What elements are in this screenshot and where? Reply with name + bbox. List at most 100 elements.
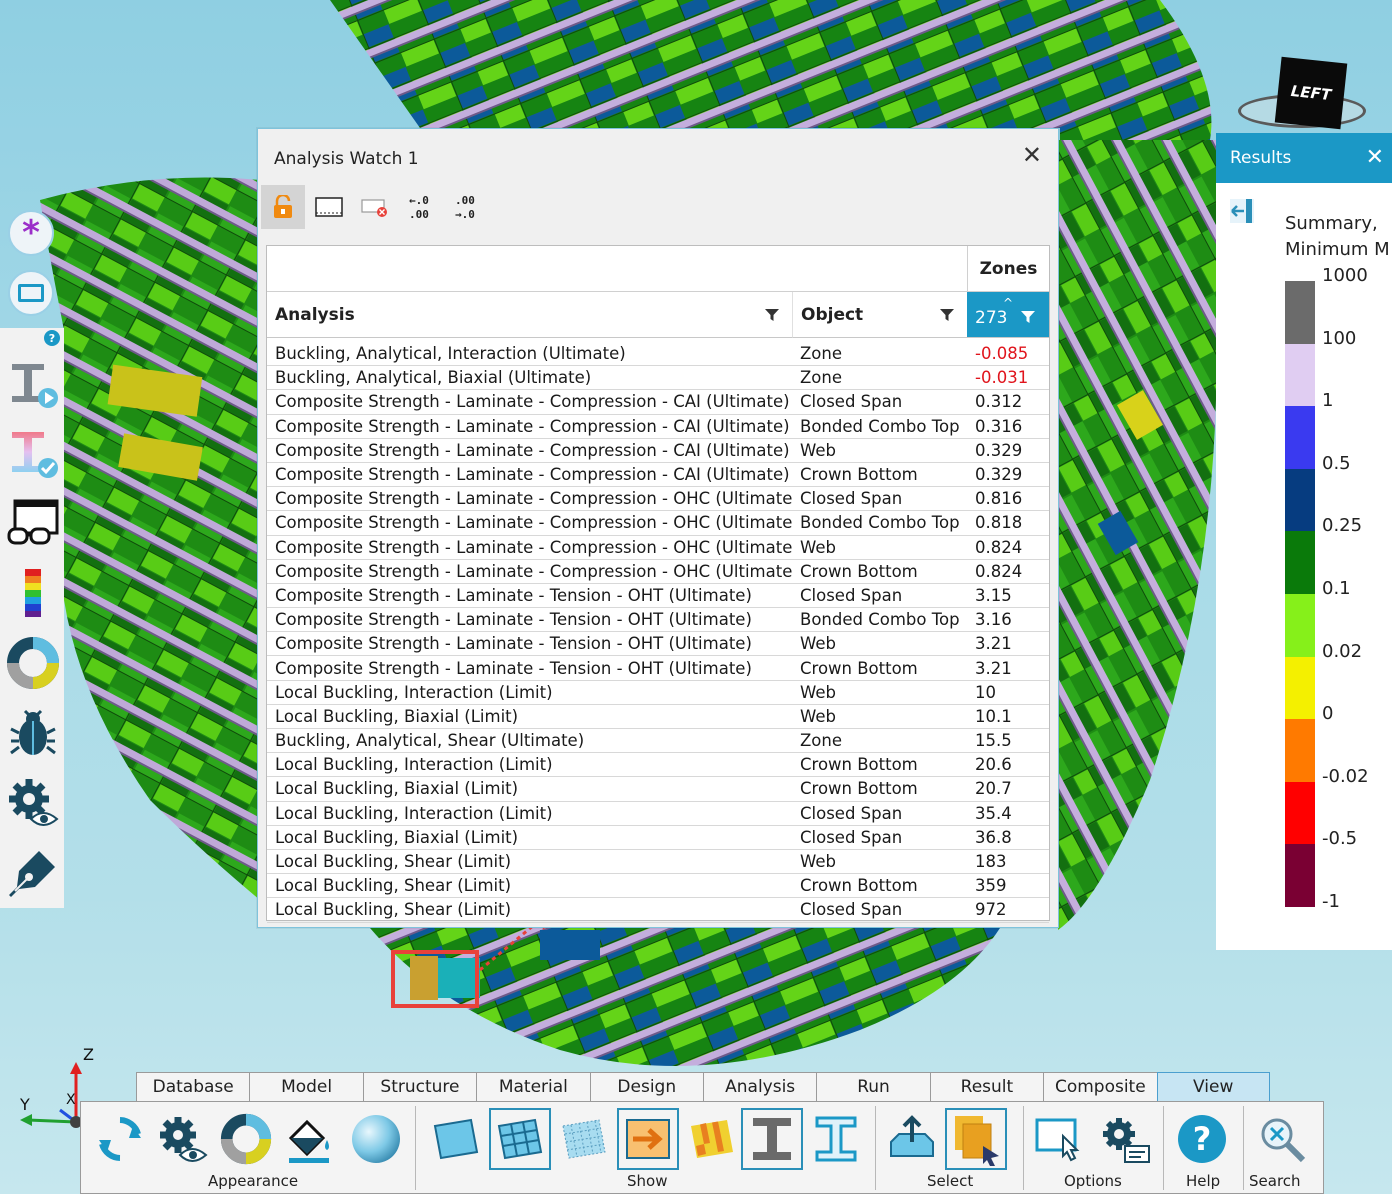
- collapse-panel-icon[interactable]: [1228, 197, 1256, 225]
- show-checker-button[interactable]: [681, 1108, 743, 1170]
- analysis-column-header[interactable]: Analysis: [267, 292, 792, 338]
- select-tray-button[interactable]: [881, 1108, 943, 1170]
- value-cell: 3.21: [975, 658, 1012, 678]
- table-row[interactable]: Local Buckling, Interaction (Limit) Crown…: [267, 753, 1049, 778]
- ibeam-play-button[interactable]: [4, 354, 62, 412]
- options-pointer-button[interactable]: [1029, 1108, 1091, 1170]
- display-options-button[interactable]: [151, 1108, 213, 1170]
- table-row[interactable]: Composite Strength - Laminate - Compress…: [267, 415, 1049, 439]
- paint-bucket-icon: [288, 1119, 329, 1163]
- ibeam-check-button[interactable]: [4, 424, 62, 482]
- tab-material[interactable]: Material: [476, 1072, 590, 1102]
- show-mesh-button[interactable]: [553, 1108, 615, 1170]
- donut-button[interactable]: [4, 634, 62, 692]
- show-direction-button[interactable]: [617, 1108, 679, 1170]
- analysis-cell: Composite Strength - Laminate - Tension …: [275, 610, 752, 630]
- quick-button-asterisk[interactable]: *: [8, 210, 54, 256]
- filter-icon[interactable]: [765, 308, 779, 322]
- pen-nib-button[interactable]: [4, 844, 62, 902]
- table-row[interactable]: Composite Strength - Laminate - Compress…: [267, 439, 1049, 463]
- analysis-cell: Local Buckling, Interaction (Limit): [275, 755, 553, 775]
- table-row[interactable]: Composite Strength - Laminate - Tension …: [267, 656, 1049, 681]
- zone-273-column-header[interactable]: ^ 273: [967, 292, 1049, 338]
- clear-selection-button[interactable]: [353, 185, 397, 229]
- select-region-button[interactable]: [307, 185, 351, 229]
- tab-model[interactable]: Model: [249, 1072, 363, 1102]
- sphere-button[interactable]: [345, 1108, 407, 1170]
- glasses-window-button[interactable]: [4, 494, 62, 552]
- show-grid-button[interactable]: [489, 1108, 551, 1170]
- bug-button[interactable]: [4, 704, 62, 762]
- tab-result[interactable]: Result: [929, 1072, 1044, 1102]
- filter-icon[interactable]: [1021, 310, 1035, 324]
- show-panels-button[interactable]: [425, 1108, 487, 1170]
- show-beam-button[interactable]: [741, 1108, 803, 1170]
- options-settings-button[interactable]: [1093, 1108, 1155, 1170]
- value-cell: 15.5: [975, 731, 1012, 751]
- object-cell: Web: [800, 634, 836, 654]
- decrease-decimals-button[interactable]: ←.0 .00: [399, 185, 443, 229]
- help-button[interactable]: ?: [1171, 1108, 1233, 1170]
- gear-eye-button[interactable]: [4, 774, 62, 832]
- value-cell: 0.824: [975, 537, 1023, 557]
- refresh-button[interactable]: [89, 1108, 151, 1170]
- table-row[interactable]: Local Buckling, Shear (Limit) Closed Span…: [267, 898, 1049, 923]
- paint-bucket-button[interactable]: [279, 1108, 341, 1170]
- analysis-cell: Composite Strength - Laminate - Compress…: [275, 537, 792, 557]
- tab-design[interactable]: Design: [589, 1072, 703, 1102]
- tab-composite[interactable]: Composite: [1043, 1072, 1157, 1102]
- tab-view[interactable]: View: [1156, 1072, 1270, 1102]
- filter-icon[interactable]: [940, 308, 954, 322]
- select-pick-button[interactable]: [945, 1108, 1007, 1170]
- table-row[interactable]: Local Buckling, Shear (Limit) Crown Botto…: [267, 874, 1049, 899]
- table-row[interactable]: Composite Strength - Laminate - Compress…: [267, 463, 1049, 488]
- table-row[interactable]: Composite Strength - Laminate - Compress…: [267, 560, 1049, 584]
- glasses-window-icon: [7, 499, 59, 545]
- axis-y-label: Y: [19, 1095, 30, 1114]
- view-cube[interactable]: LEFT: [1232, 56, 1372, 136]
- left-toolbar: ?: [0, 328, 64, 908]
- show-stiffener-button[interactable]: [805, 1108, 867, 1170]
- tab-run[interactable]: Run: [816, 1072, 930, 1102]
- search-button[interactable]: [1251, 1108, 1313, 1170]
- table-row[interactable]: Composite Strength - Laminate - Tension …: [267, 632, 1049, 657]
- svg-text:?: ?: [1193, 1120, 1212, 1158]
- table-row[interactable]: Composite Strength - Laminate - Compress…: [267, 487, 1049, 512]
- lock-button[interactable]: [261, 185, 305, 229]
- increase-decimals-button[interactable]: .00 →.0: [445, 185, 489, 229]
- color-donut-button[interactable]: [215, 1108, 277, 1170]
- object-cell: Closed Span: [800, 392, 903, 412]
- quick-button-window[interactable]: [8, 270, 54, 316]
- object-cell: Web: [800, 440, 836, 460]
- analysis-cell: Composite Strength - Laminate - Compress…: [275, 513, 792, 533]
- table-row[interactable]: Local Buckling, Biaxial (Limit) Web 10.1: [267, 705, 1049, 729]
- color-scale-button[interactable]: [4, 564, 62, 622]
- table-row[interactable]: Local Buckling, Biaxial (Limit) Closed Sp…: [267, 826, 1049, 850]
- table-row[interactable]: Buckling, Analytical, Shear (Ultimate) Zo…: [267, 729, 1049, 754]
- tab-structure[interactable]: Structure: [362, 1072, 477, 1102]
- table-row[interactable]: Local Buckling, Biaxial (Limit) Crown Bot…: [267, 777, 1049, 802]
- table-row[interactable]: Composite Strength - Laminate - Tension …: [267, 584, 1049, 609]
- results-header: Results ✕: [1216, 133, 1392, 183]
- table-row[interactable]: Local Buckling, Interaction (Limit) Close…: [267, 802, 1049, 826]
- table-row[interactable]: Composite Strength - Laminate - Compress…: [267, 511, 1049, 536]
- help-badge-icon[interactable]: ?: [44, 330, 60, 346]
- object-cell: Crown Bottom: [800, 755, 918, 775]
- ibeam-outline-icon: [815, 1116, 857, 1162]
- table-row[interactable]: Local Buckling, Interaction (Limit) Web 10: [267, 681, 1049, 705]
- object-cell: Web: [800, 706, 836, 726]
- table-row[interactable]: Buckling, Analytical, Biaxial (Ultimate)…: [267, 366, 1049, 391]
- value-cell: -0.085: [975, 344, 1029, 364]
- results-close-button[interactable]: ✕: [1366, 145, 1384, 170]
- table-row[interactable]: Local Buckling, Shear (Limit) Web 183: [267, 850, 1049, 875]
- tab-database[interactable]: Database: [136, 1072, 250, 1102]
- object-cell: Bonded Combo Top: [800, 513, 960, 533]
- object-column-header[interactable]: Object: [792, 292, 967, 338]
- dialog-close-button[interactable]: ✕: [1022, 143, 1042, 167]
- table-row[interactable]: Composite Strength - Laminate - Compress…: [267, 390, 1049, 415]
- table-row[interactable]: Composite Strength - Laminate - Tension …: [267, 608, 1049, 633]
- tab-analysis[interactable]: Analysis: [702, 1072, 817, 1102]
- svg-text:.00: .00: [409, 208, 429, 221]
- table-row[interactable]: Composite Strength - Laminate - Compress…: [267, 536, 1049, 560]
- table-row[interactable]: Buckling, Analytical, Interaction (Ultim…: [267, 342, 1049, 367]
